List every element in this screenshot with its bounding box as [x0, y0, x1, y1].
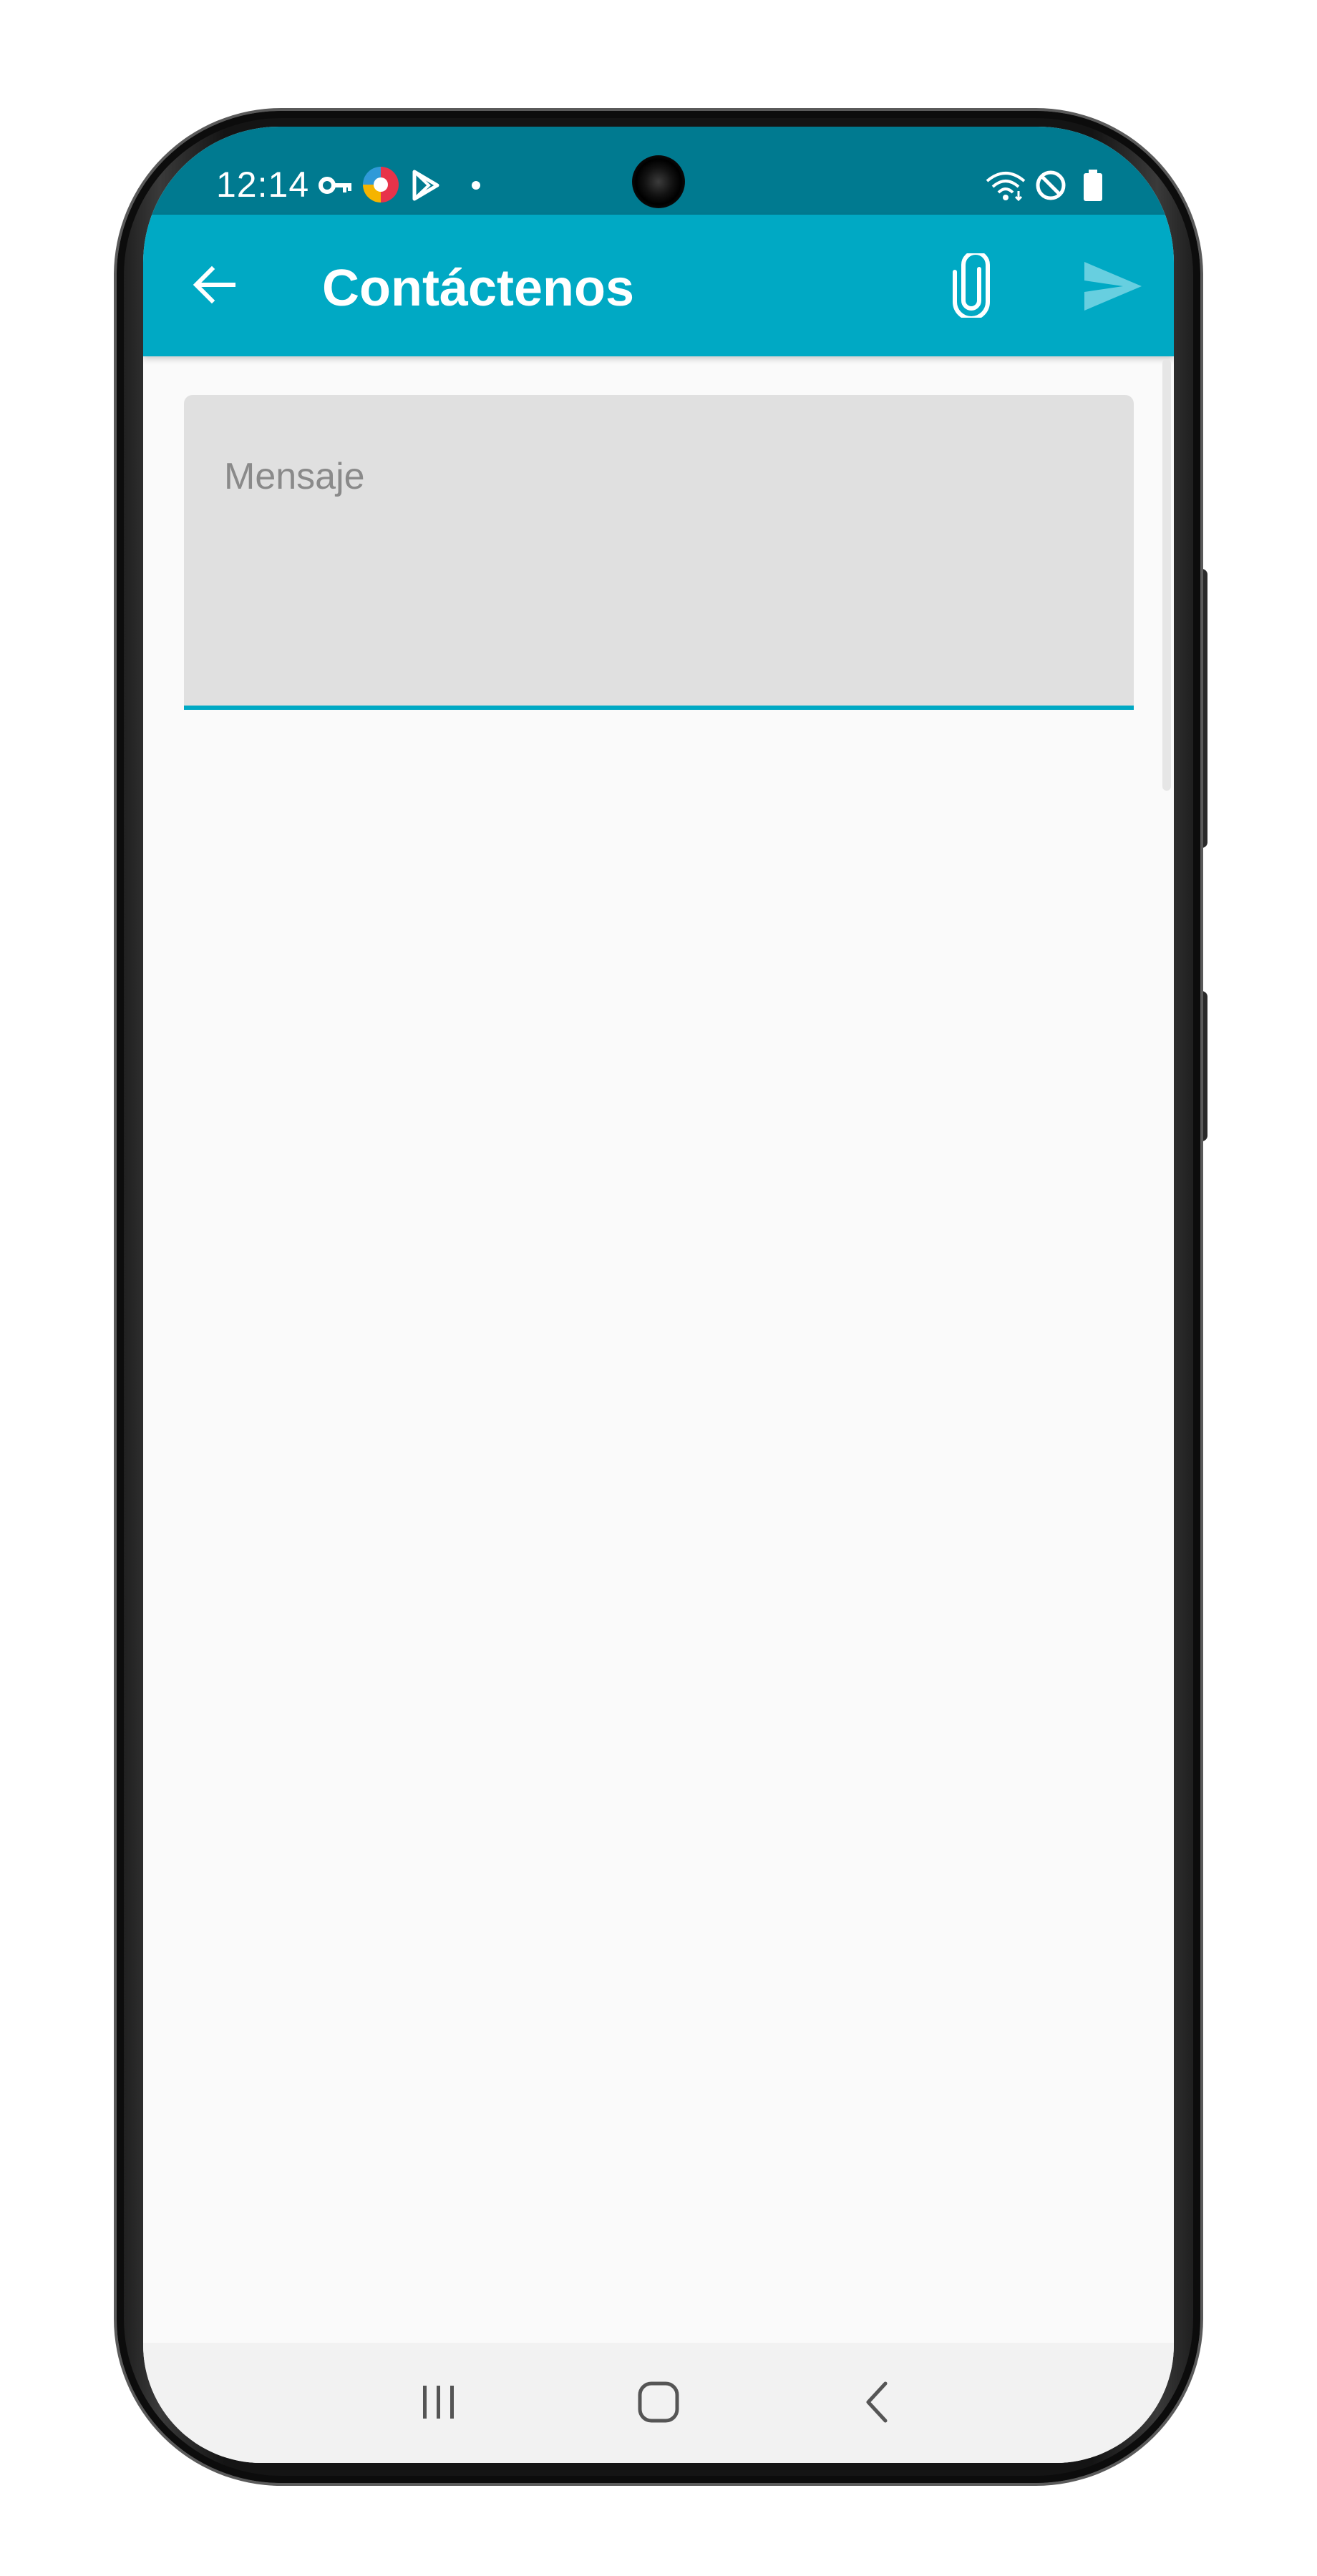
send-button[interactable] — [1074, 249, 1152, 323]
message-input[interactable] — [184, 395, 1134, 706]
page-title: Contáctenos — [322, 260, 635, 317]
recent-apps-button[interactable] — [399, 2363, 478, 2441]
battery-icon — [1084, 170, 1102, 201]
arrow-back-icon — [193, 265, 235, 304]
scrollbar[interactable] — [1162, 359, 1171, 791]
phone-frame: 12:14 Contáctenos Mensaje — [117, 111, 1200, 2483]
vpn-key-icon — [319, 177, 351, 194]
back-button[interactable] — [179, 249, 251, 321]
send-icon — [1084, 262, 1142, 311]
paperclip-icon — [953, 253, 990, 318]
navigation-bar — [143, 2343, 1174, 2463]
attach-button[interactable] — [934, 246, 1009, 325]
message-field[interactable] — [184, 395, 1134, 710]
status-time: 12:14 — [216, 165, 310, 205]
play-store-icon — [412, 170, 439, 201]
device-stage: 12:14 Contáctenos Mensaje — [0, 0, 1317, 2576]
back-icon — [866, 2381, 888, 2423]
wifi-icon — [986, 172, 1026, 201]
home-icon — [638, 2381, 679, 2423]
recent-apps-icon — [423, 2386, 454, 2419]
home-button[interactable] — [619, 2363, 698, 2441]
front-camera — [632, 155, 685, 208]
status-bar: 12:14 — [143, 127, 1174, 215]
do-not-disturb-icon — [1036, 170, 1066, 200]
app-bar: Contáctenos — [143, 215, 1174, 356]
nav-back-button[interactable] — [837, 2363, 916, 2441]
notification-dot-icon — [472, 181, 480, 190]
phone-screen: 12:14 Contáctenos Mensaje — [143, 127, 1174, 2463]
app-logo-icon — [363, 167, 399, 203]
